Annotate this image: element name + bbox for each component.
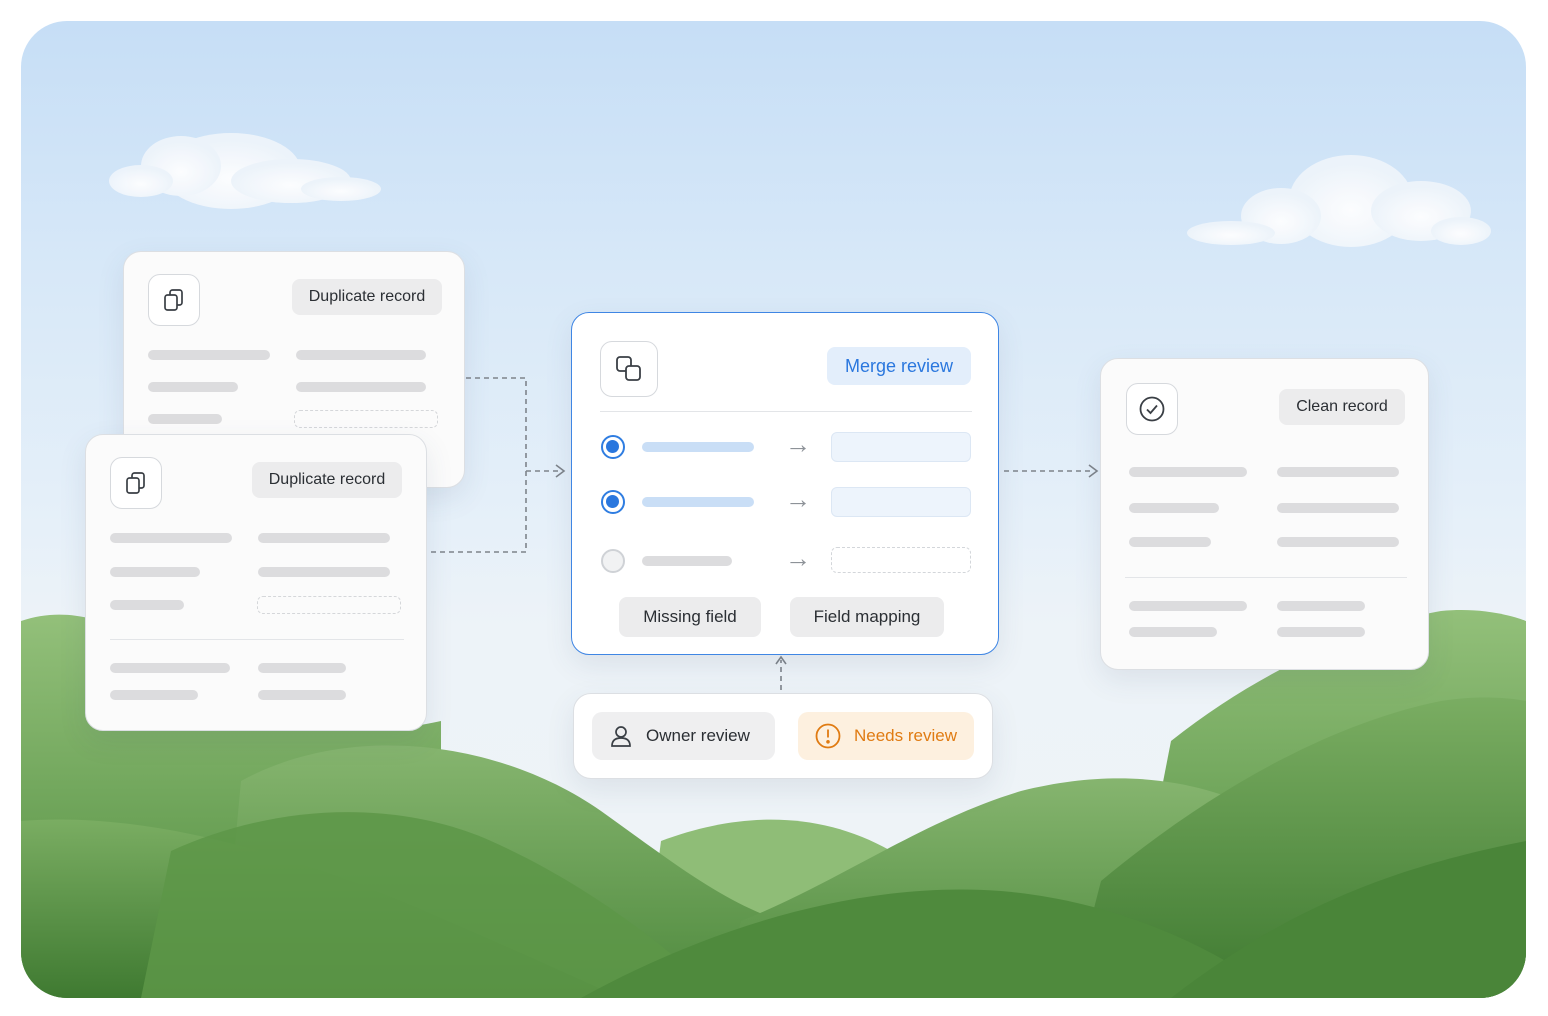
placeholder-line	[110, 533, 232, 543]
arrow-right-icon: →	[785, 429, 811, 459]
clean-record-card[interactable]: Clean record	[1100, 358, 1429, 670]
needs-review-label: Needs review	[854, 726, 957, 745]
field-select-radio-2[interactable]	[601, 490, 625, 514]
owner-review-label: Owner review	[646, 726, 750, 745]
field-mapping-tag: Field mapping	[790, 597, 944, 637]
placeholder-line	[1129, 601, 1247, 611]
placeholder-line	[110, 600, 184, 610]
owner-review-button[interactable]: Owner review	[592, 712, 775, 760]
duplicate-record-badge: Duplicate record	[252, 462, 402, 498]
placeholder-line	[258, 567, 390, 577]
field-select-radio-3[interactable]	[601, 549, 625, 573]
placeholder-line	[110, 567, 200, 577]
empty-field-slot	[831, 547, 971, 573]
cloud-left	[109, 133, 381, 209]
divider	[110, 639, 404, 640]
placeholder-line	[258, 663, 346, 673]
placeholder-line	[148, 414, 222, 424]
empty-field-slot	[257, 596, 401, 614]
placeholder-line	[1277, 467, 1399, 477]
placeholder-line	[1129, 537, 1211, 547]
placeholder-line	[1277, 537, 1399, 547]
placeholder-line	[1277, 601, 1365, 611]
needs-review-button[interactable]: Needs review	[798, 712, 974, 760]
review-panel: Owner review Needs review	[573, 693, 993, 779]
placeholder-line	[642, 442, 754, 452]
divider	[1125, 577, 1407, 578]
placeholder-line	[1129, 503, 1219, 513]
placeholder-line	[1129, 627, 1217, 637]
placeholder-line	[642, 556, 732, 566]
placeholder-line	[148, 350, 270, 360]
placeholder-line	[258, 533, 390, 543]
placeholder-line	[258, 690, 346, 700]
merge-icon	[600, 341, 658, 397]
placeholder-line	[1277, 503, 1399, 513]
merge-review-badge: Merge review	[827, 347, 971, 385]
missing-field-tag: Missing field	[619, 597, 761, 637]
placeholder-line	[148, 382, 238, 392]
copy-icon	[110, 457, 162, 509]
placeholder-line	[1277, 627, 1365, 637]
check-circle-icon	[1126, 383, 1178, 435]
arrow-right-icon: →	[785, 543, 811, 573]
user-icon	[608, 723, 634, 749]
copy-icon	[148, 274, 200, 326]
merge-review-card[interactable]: Merge review → → → Missing field Field m…	[571, 312, 999, 655]
placeholder-line	[642, 497, 754, 507]
cloud-right	[1187, 155, 1491, 247]
placeholder-line	[1129, 467, 1247, 477]
mapped-field-2	[831, 487, 971, 517]
clean-record-badge: Clean record	[1279, 389, 1405, 425]
placeholder-line	[110, 663, 230, 673]
duplicate-record-badge: Duplicate record	[292, 279, 442, 315]
divider	[600, 411, 972, 412]
placeholder-line	[110, 690, 198, 700]
alert-circle-icon	[814, 722, 842, 750]
duplicate-record-card-front[interactable]: Duplicate record	[85, 434, 427, 731]
field-select-radio-1[interactable]	[601, 435, 625, 459]
mapped-field-1	[831, 432, 971, 462]
placeholder-line	[296, 350, 426, 360]
empty-field-slot	[294, 410, 438, 428]
placeholder-line	[296, 382, 426, 392]
arrow-right-icon: →	[785, 484, 811, 514]
